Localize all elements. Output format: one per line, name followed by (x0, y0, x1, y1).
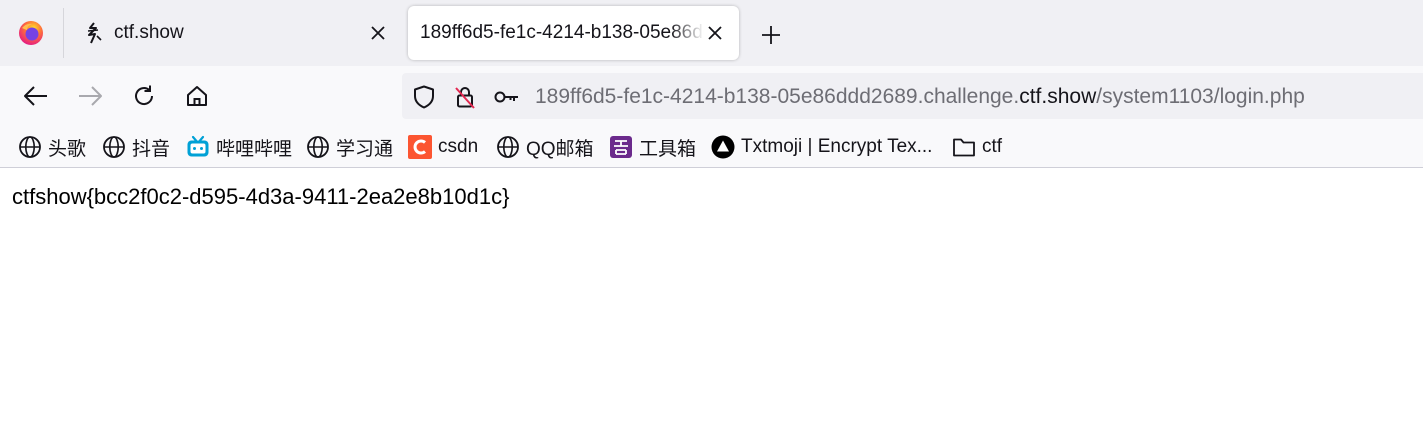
url-text[interactable]: 189ff6d5-fe1c-4214-b138-05e86ddd2689.cha… (535, 85, 1305, 109)
globe-icon (102, 135, 126, 159)
globe-icon (496, 135, 520, 159)
bookmark-label: 哔哩哔哩 (216, 138, 293, 160)
tab-title: 189ff6d5-fe1c-4214-b138-05e86ddd2689.cha… (420, 22, 704, 43)
bilibili-icon (186, 135, 210, 159)
bookmark-label: csdn (438, 136, 479, 157)
firefox-icon (19, 21, 43, 45)
bookmark-item[interactable]: 抖音 (102, 134, 170, 160)
shield-icon (414, 85, 434, 109)
folder-icon (952, 135, 976, 159)
bookmark-label: QQ邮箱 (526, 138, 594, 160)
url-domain: ctf.show (1019, 85, 1097, 108)
csdn-icon (408, 135, 432, 159)
reload-button[interactable] (129, 81, 159, 111)
reload-icon (135, 85, 154, 105)
ctfshow-favicon-icon (87, 22, 102, 44)
tab-close-button[interactable] (703, 21, 727, 45)
bookmark-item[interactable]: 头歌 (18, 134, 86, 160)
saved-logins-button[interactable] (494, 84, 520, 110)
arrow-left-icon (24, 86, 47, 106)
bookmark-item[interactable]: csdn (408, 134, 478, 160)
bookmark-item[interactable]: 工具箱 (609, 134, 696, 160)
globe-icon (18, 135, 42, 159)
tab-close-button[interactable] (366, 21, 390, 45)
home-button[interactable] (182, 81, 212, 111)
close-icon (371, 26, 385, 40)
close-icon (708, 26, 722, 40)
bookmark-label: ctf (982, 136, 1003, 157)
browser-window: ctf.show 189ff6d5-fe1c-4214-b138-05e86dd… (0, 0, 1423, 433)
url-path: /system1103/login.php (1096, 85, 1305, 108)
tab-strip: ctf.show 189ff6d5-fe1c-4214-b138-05e86dd… (0, 0, 1423, 66)
home-icon (187, 86, 207, 106)
arrow-right-icon (79, 86, 102, 106)
bookmarks-toolbar: 头歌 抖音 哔哩哔哩 学习通 csdn QQ邮箱 工具箱 Txtmoji | E… (0, 126, 1423, 168)
bookmark-item[interactable]: Txtmoji | Encrypt Tex... (711, 134, 932, 160)
flag-text: ctfshow{bcc2f0c2-d595-4d3a-9411-2ea2e8b1… (12, 184, 510, 209)
bookmark-label: 工具箱 (639, 138, 697, 160)
tab-ctf-show[interactable]: ctf.show (64, 6, 400, 60)
forward-button[interactable] (75, 81, 105, 111)
tracking-protection-button[interactable] (411, 84, 437, 110)
bookmark-item[interactable]: QQ邮箱 (496, 134, 594, 160)
key-icon (494, 91, 518, 103)
url-prefix: 189ff6d5-fe1c-4214-b138-05e86ddd2689.cha… (535, 85, 1020, 108)
back-button[interactable] (21, 81, 51, 111)
bookmark-label: Txtmoji | Encrypt Tex... (741, 136, 933, 157)
lock-insecure-icon (455, 87, 475, 109)
tab-login-page[interactable]: 189ff6d5-fe1c-4214-b138-05e86ddd2689.cha… (408, 6, 739, 60)
plus-icon (762, 26, 780, 44)
toolbox-icon (609, 135, 633, 159)
new-tab-button[interactable] (757, 21, 785, 49)
bookmark-label: 抖音 (132, 138, 171, 160)
bookmark-label: 学习通 (336, 138, 394, 160)
txtmoji-icon (711, 135, 735, 159)
bookmark-folder[interactable]: ctf (952, 134, 1002, 160)
connection-not-secure-button[interactable] (452, 84, 478, 110)
firefox-view-button[interactable] (0, 0, 62, 66)
bookmark-label: 头歌 (48, 138, 87, 160)
address-bar[interactable]: 189ff6d5-fe1c-4214-b138-05e86ddd2689.cha… (402, 73, 1423, 119)
globe-icon (306, 135, 330, 159)
bookmark-item[interactable]: 哔哩哔哩 (186, 134, 292, 160)
navigation-toolbar: 189ff6d5-fe1c-4214-b138-05e86ddd2689.cha… (0, 66, 1423, 126)
tab-title: ctf.show (114, 22, 184, 43)
bookmark-item[interactable]: 学习通 (306, 134, 393, 160)
